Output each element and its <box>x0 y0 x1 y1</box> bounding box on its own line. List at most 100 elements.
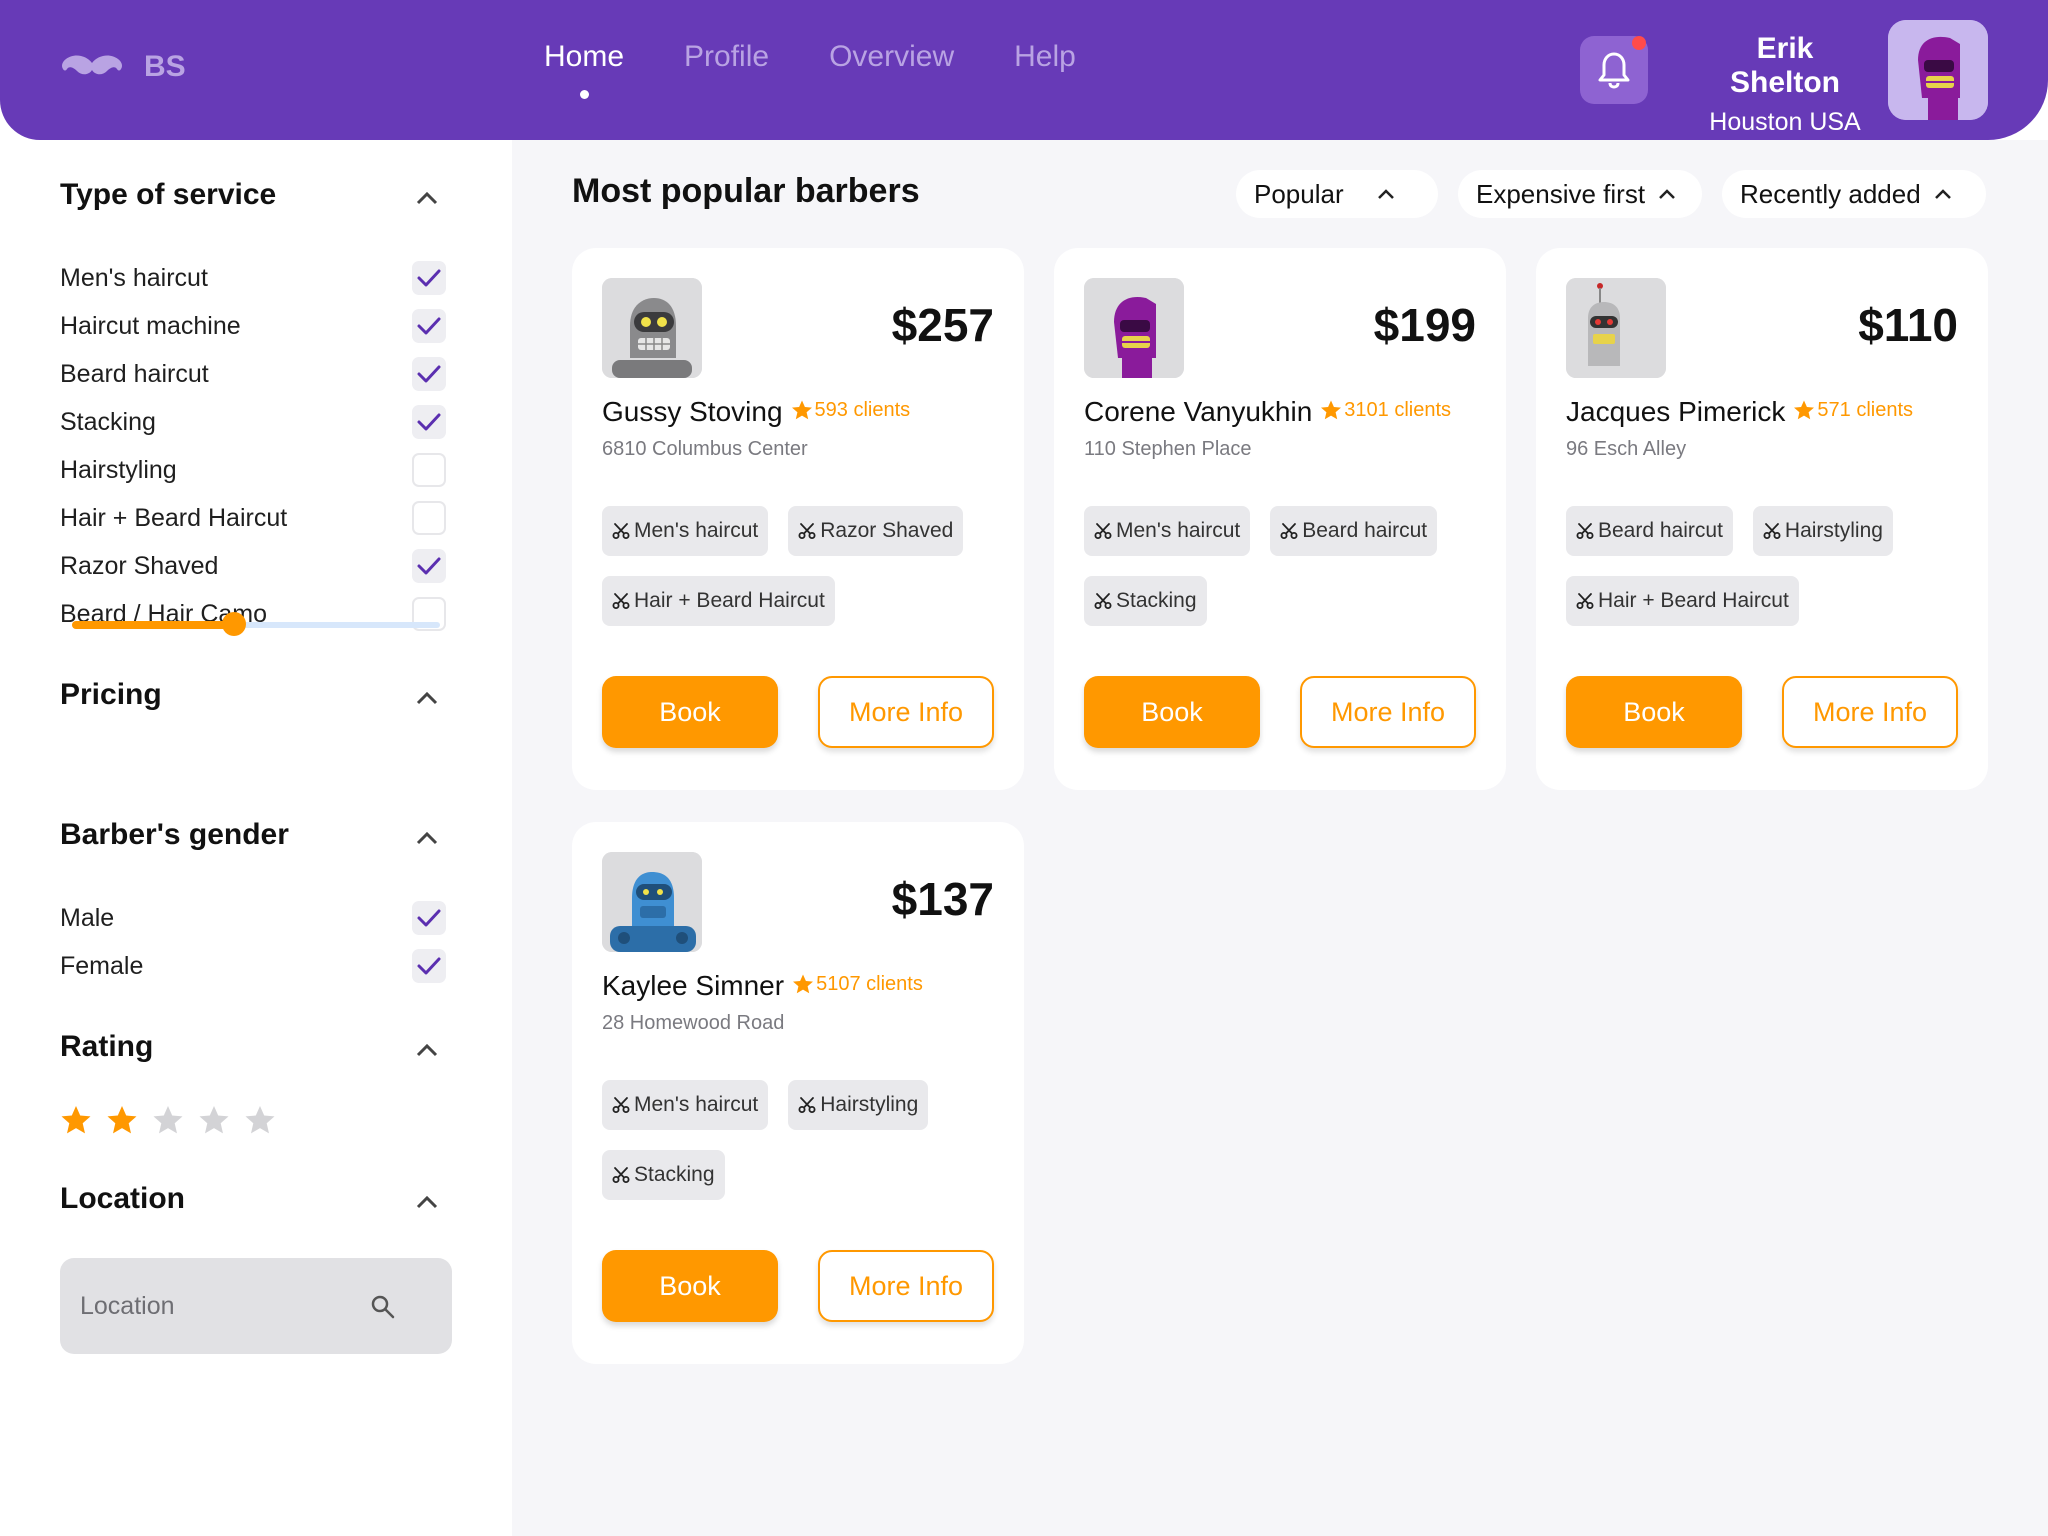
location-input[interactable] <box>80 1286 360 1326</box>
barber-name[interactable]: Gussy Stoving <box>602 396 783 428</box>
scissors-icon <box>612 523 630 539</box>
client-rating: 593 clients <box>791 399 910 422</box>
barber-avatar[interactable] <box>1084 278 1184 378</box>
user-avatar[interactable] <box>1888 20 1988 120</box>
barber-avatar[interactable] <box>1566 278 1666 378</box>
filter-checkbox[interactable] <box>412 949 446 983</box>
filter-option[interactable]: Haircut machine <box>60 306 446 346</box>
star-icon[interactable] <box>106 1104 138 1136</box>
filter-option[interactable]: Female <box>60 946 446 986</box>
search-icon[interactable] <box>368 1292 398 1322</box>
chevron-up-icon[interactable] <box>412 1192 442 1212</box>
barber-card[interactable]: $199 Corene Vanyukhin 3101 clients 110 Step… <box>1054 248 1506 790</box>
checkmark-icon <box>417 909 441 927</box>
filter-option[interactable]: Hair + Beard Haircut <box>60 498 446 538</box>
red-eye-robot-avatar-icon <box>1566 278 1666 378</box>
filter-option-label: Men's haircut <box>60 263 208 292</box>
sort-recently-added[interactable]: Recently added <box>1722 170 1986 218</box>
brand-text: BS <box>144 50 186 83</box>
filter-checkbox[interactable] <box>412 549 446 583</box>
user-info[interactable]: Erik Shelton Houston USA <box>1700 32 1870 137</box>
filter-checkbox[interactable] <box>412 309 446 343</box>
brand-logo[interactable]: BS <box>60 50 186 84</box>
notifications-button[interactable] <box>1580 36 1648 104</box>
star-icon[interactable] <box>152 1104 184 1136</box>
barber-address: 6810 Columbus Center <box>602 438 808 460</box>
nav-overview[interactable]: Overview <box>829 40 954 74</box>
service-tag-label: Stacking <box>1116 589 1197 612</box>
star-icon <box>793 974 814 994</box>
chevron-up-icon[interactable] <box>412 188 442 208</box>
sort-expensive-first[interactable]: Expensive first <box>1458 170 1702 218</box>
filter-option[interactable]: Razor Shaved <box>60 546 446 586</box>
star-icon <box>1794 400 1815 420</box>
chevron-up-icon[interactable] <box>412 688 442 708</box>
book-button[interactable]: Book <box>602 676 778 748</box>
filter-checkbox[interactable] <box>412 453 446 487</box>
mustache-icon <box>62 55 122 75</box>
filter-checkbox[interactable] <box>412 901 446 935</box>
star-icon[interactable] <box>244 1104 276 1136</box>
barber-address: 110 Stephen Place <box>1084 438 1252 460</box>
chevron-up-icon[interactable] <box>412 1040 442 1060</box>
chevron-up-icon <box>1659 189 1675 199</box>
service-tag-label: Beard haircut <box>1598 519 1723 542</box>
service-tag-label: Men's haircut <box>634 519 759 542</box>
filter-checkbox[interactable] <box>412 501 446 535</box>
barber-name[interactable]: Jacques Pimerick <box>1566 396 1785 428</box>
service-tag: Men's haircut <box>602 506 769 556</box>
service-tag: Men's haircut <box>1084 506 1251 556</box>
rating-filter-title: Rating <box>60 1030 154 1063</box>
more-info-button[interactable]: More Info <box>818 1250 994 1322</box>
client-count: 3101 clients <box>1344 398 1452 421</box>
scissors-icon <box>612 1167 630 1183</box>
filter-checkbox[interactable] <box>412 405 446 439</box>
client-count: 571 clients <box>1817 398 1914 421</box>
book-button[interactable]: Book <box>1566 676 1742 748</box>
price-slider-handle[interactable] <box>221 612 246 636</box>
filter-checkbox[interactable] <box>412 357 446 391</box>
service-tags: Men's haircut Beard haircut Stacking <box>1084 506 1484 646</box>
more-info-button[interactable]: More Info <box>818 676 994 748</box>
more-info-button[interactable]: More Info <box>1300 676 1476 748</box>
barber-card[interactable]: $110 Jacques Pimerick 571 clients 96 Esch A… <box>1536 248 1988 790</box>
purple-robot-avatar-icon <box>1084 278 1184 378</box>
book-button[interactable]: Book <box>602 1250 778 1322</box>
chevron-up-icon[interactable] <box>412 828 442 848</box>
more-info-button[interactable]: More Info <box>1782 676 1958 748</box>
barber-card[interactable]: $257 Gussy Stoving 593 clients 6810 Columbu… <box>572 248 1024 790</box>
top-header: BS Home Profile Overview Help Erik Shelt… <box>0 0 2048 140</box>
barber-avatar[interactable] <box>602 278 702 378</box>
service-tag-label: Hair + Beard Haircut <box>1598 589 1789 612</box>
nav-home[interactable]: Home <box>544 40 624 99</box>
barber-name[interactable]: Corene Vanyukhin <box>1084 396 1312 428</box>
filter-checkbox[interactable] <box>412 261 446 295</box>
barber-name[interactable]: Kaylee Simner <box>602 970 784 1002</box>
barber-name-row: Kaylee Simner 5107 clients <box>602 970 923 1002</box>
gender-filter-title: Barber's gender <box>60 818 289 851</box>
book-button[interactable]: Book <box>1084 676 1260 748</box>
service-tag: Beard haircut <box>1270 506 1438 556</box>
star-icon[interactable] <box>198 1104 230 1136</box>
filter-option[interactable]: Male <box>60 898 446 938</box>
filter-option[interactable]: Stacking <box>60 402 446 442</box>
scissors-icon <box>612 593 630 609</box>
notification-dot <box>1632 36 1646 50</box>
filter-option[interactable]: Men's haircut <box>60 258 446 298</box>
service-tag: Hairstyling <box>788 1080 929 1130</box>
nav-profile[interactable]: Profile <box>684 40 769 74</box>
filter-option[interactable]: Hairstyling <box>60 450 446 490</box>
filter-option[interactable]: Beard haircut <box>60 354 446 394</box>
barber-name-row: Gussy Stoving 593 clients <box>602 396 910 428</box>
nav-help[interactable]: Help <box>1014 40 1076 74</box>
sort-popular[interactable]: Popular <box>1236 170 1438 218</box>
checkmark-icon <box>417 557 441 575</box>
rating-stars <box>60 1104 290 1136</box>
chevron-up-icon <box>1934 189 1951 199</box>
barber-address: 28 Homewood Road <box>602 1012 785 1034</box>
barber-card[interactable]: $137 Kaylee Simner 5107 clients 28 Homewood… <box>572 822 1024 1364</box>
barber-avatar[interactable] <box>602 852 702 952</box>
main-nav: Home Profile Overview Help <box>544 40 1136 99</box>
barber-price: $110 <box>1858 299 1958 351</box>
star-icon[interactable] <box>60 1104 92 1136</box>
